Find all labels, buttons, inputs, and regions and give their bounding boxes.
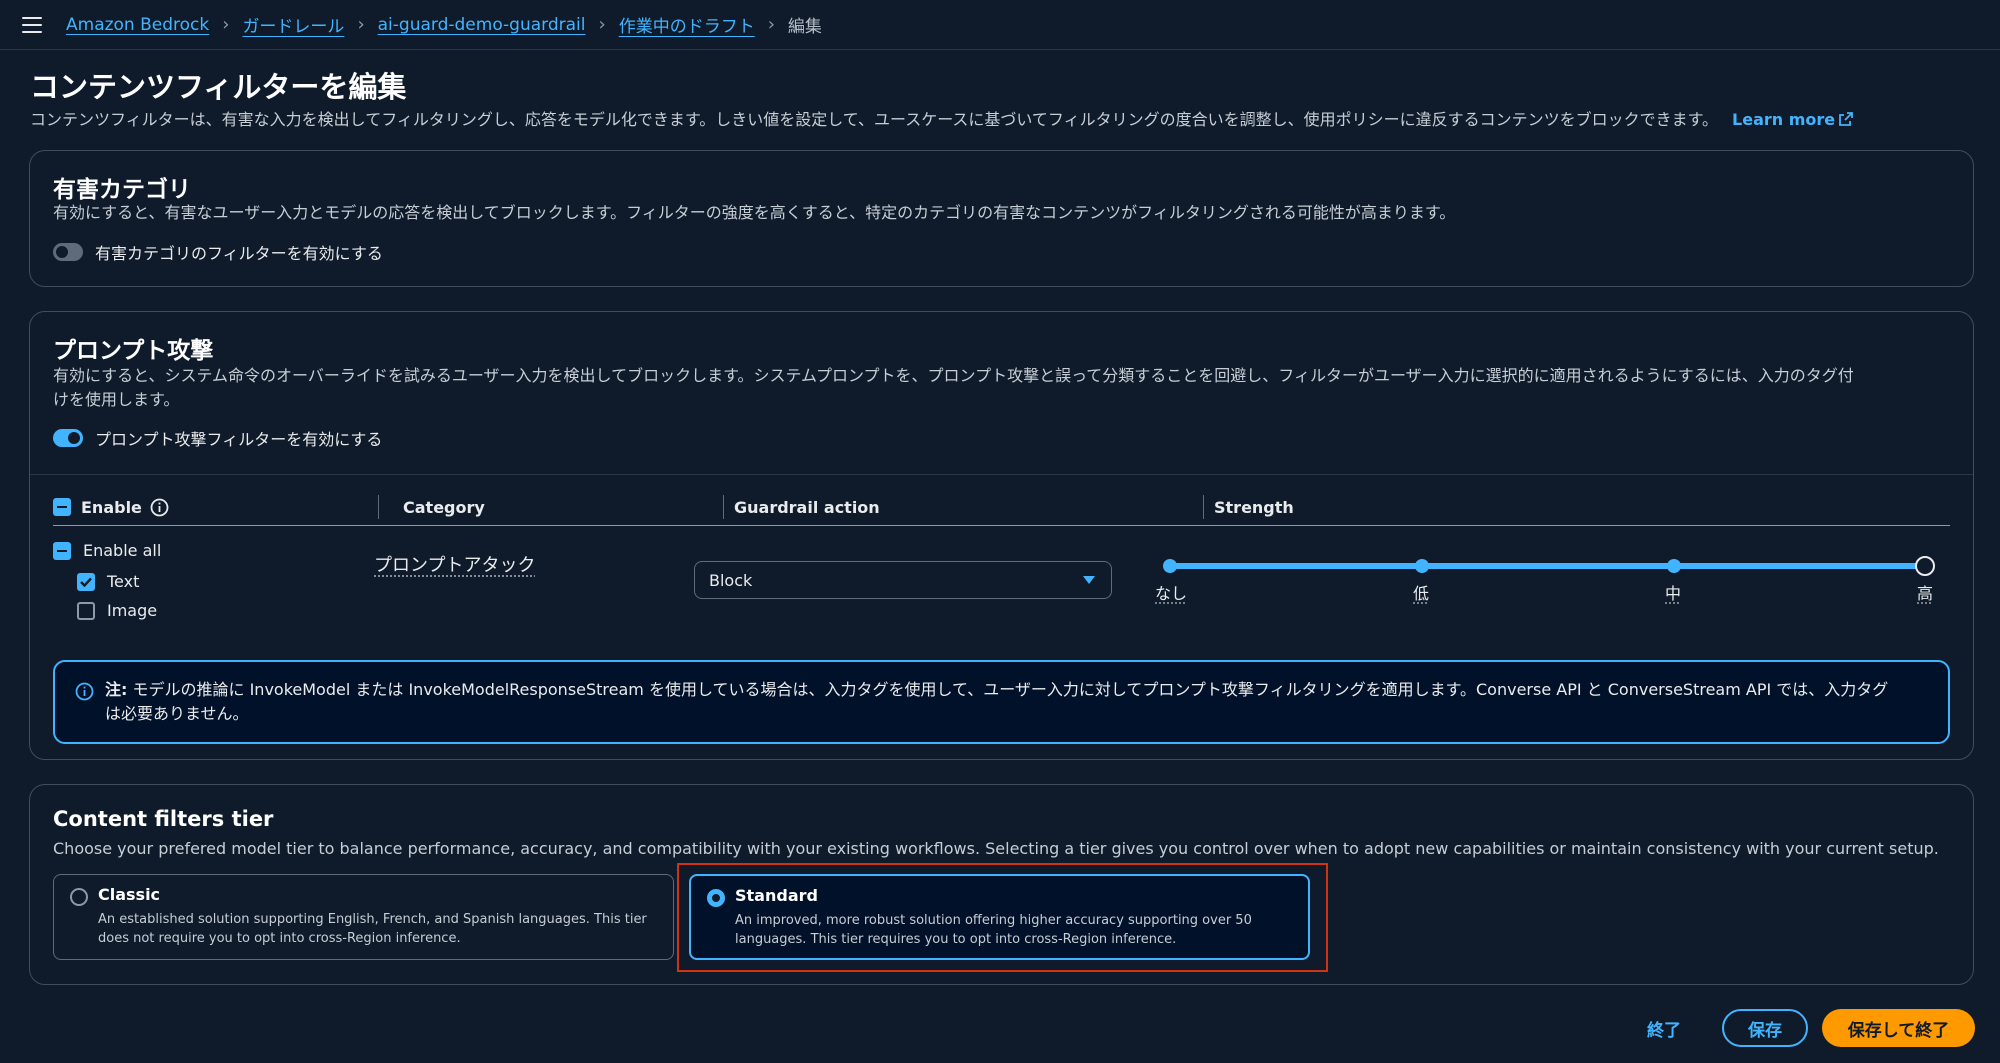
prompt-attack-description-line2: けを使用します。 <box>53 390 180 409</box>
prompt-attack-toggle-row: プロンプト攻撃フィルターを有効にする <box>53 426 382 450</box>
page-description-text: コンテンツフィルターは、有害な入力を検出してフィルタリングし、応答をモデル化でき… <box>30 110 1719 129</box>
tier-option-description: An established solution supporting Engli… <box>98 910 659 948</box>
harmful-categories-description: 有効にすると、有害なユーザー入力とモデルの応答を検出してブロックします。フィルタ… <box>53 203 1456 222</box>
page-description: コンテンツフィルターは、有害な入力を検出してフィルタリングし、応答をモデル化でき… <box>30 106 1854 130</box>
classic-radio[interactable] <box>70 888 88 906</box>
prompt-attack-description: 有効にすると、システム命令のオーバーライドを試みるユーザー入力を検出してブロック… <box>53 364 1953 412</box>
enable-all-row: Enable all <box>53 541 161 560</box>
image-option-label: Image <box>107 601 158 620</box>
column-header-strength: Strength <box>1214 497 1294 517</box>
tier-option-description-line2: does not require you to opt into cross-R… <box>98 931 461 946</box>
category-name: プロンプトアタック <box>374 555 536 576</box>
slider-tick-none <box>1163 559 1177 573</box>
filter-table-header: Enable Category Guardrail action Strengt… <box>53 489 1950 526</box>
section-divider <box>30 474 1973 475</box>
prompt-attack-description-line1: 有効にすると、システム命令のオーバーライドを試みるユーザー入力を検出してブロック… <box>53 366 1854 385</box>
highlight-annotation <box>677 863 1328 972</box>
breadcrumb-guardrails[interactable]: ガードレール <box>242 12 344 37</box>
chevron-right-icon: › <box>598 14 606 35</box>
chevron-right-icon: › <box>357 14 365 35</box>
input-tags-note: 注: モデルの推論に InvokeModel または InvokeModelRe… <box>53 660 1950 744</box>
prompt-attack-toggle[interactable] <box>53 429 83 447</box>
enable-all-label: Enable all <box>83 541 162 560</box>
menu-icon[interactable] <box>22 16 42 33</box>
info-icon <box>75 682 94 701</box>
breadcrumb: Amazon Bedrock › ガードレール › ai-guard-demo-… <box>66 12 822 37</box>
column-header-enable-label: Enable <box>81 497 142 517</box>
note-line2: は必要ありません。 <box>105 704 249 723</box>
tier-option-description-line1: An established solution supporting Engli… <box>98 912 647 927</box>
input-tags-note-text: 注: モデルの推論に InvokeModel または InvokeModelRe… <box>105 678 1935 726</box>
strength-label-low: 低 <box>1413 584 1430 603</box>
column-header-enable: Enable <box>53 489 169 525</box>
text-checkbox[interactable] <box>77 572 95 591</box>
learn-more-link[interactable]: Learn more <box>1732 110 1854 129</box>
note-line1: モデルの推論に InvokeModel または InvokeModelRespo… <box>132 680 1889 699</box>
cancel-button[interactable]: 終了 <box>1647 1016 1681 1041</box>
guardrail-action-select[interactable]: Block <box>694 561 1112 599</box>
harmful-categories-title: 有害カテゴリ <box>53 177 191 203</box>
text-option-row: Text <box>77 572 139 591</box>
breadcrumb-amazon-bedrock[interactable]: Amazon Bedrock <box>66 15 209 35</box>
slider-handle[interactable] <box>1915 556 1935 576</box>
column-header-guardrail-action: Guardrail action <box>734 497 880 517</box>
save-button[interactable]: 保存 <box>1722 1009 1808 1047</box>
content-filters-tier-description: Choose your prefered model tier to balan… <box>53 839 1939 858</box>
info-icon[interactable] <box>150 498 169 517</box>
harmful-categories-card: 有害カテゴリ 有効にすると、有害なユーザー入力とモデルの応答を検出してブロックし… <box>29 150 1974 287</box>
content-filters-tier-title: Content filters tier <box>53 807 274 831</box>
slider-tick-medium <box>1667 559 1681 573</box>
breadcrumb-current: 編集 <box>787 17 822 37</box>
external-link-icon <box>1839 112 1854 126</box>
strength-label-high: 高 <box>1917 584 1934 603</box>
text-option-label: Text <box>107 572 140 591</box>
tier-option-classic[interactable]: Classic An established solution supporti… <box>53 874 674 960</box>
caret-down-icon <box>1083 576 1095 584</box>
chevron-right-icon: › <box>767 14 775 35</box>
header-enable-checkbox[interactable] <box>53 498 71 516</box>
check-icon <box>80 577 92 587</box>
harmful-categories-toggle-label: 有害カテゴリのフィルターを有効にする <box>95 244 383 263</box>
image-option-row: Image <box>77 601 157 620</box>
enable-all-checkbox[interactable] <box>53 541 71 560</box>
slider-tick-low <box>1415 559 1429 573</box>
strength-label-medium: 中 <box>1665 584 1682 603</box>
harmful-categories-toggle[interactable] <box>53 243 83 261</box>
learn-more-label[interactable]: Learn more <box>1732 110 1835 129</box>
image-checkbox[interactable] <box>77 601 95 620</box>
prompt-attack-title: プロンプト攻撃 <box>53 338 214 364</box>
column-divider <box>1203 495 1204 519</box>
save-and-exit-button[interactable]: 保存して終了 <box>1822 1009 1975 1047</box>
column-divider <box>723 495 724 519</box>
page-title: コンテンツフィルターを編集 <box>30 70 407 104</box>
chevron-right-icon: › <box>222 14 230 35</box>
breadcrumb-working-draft[interactable]: 作業中のドラフト <box>619 12 755 37</box>
strength-slider[interactable]: なし 低 中 高 <box>1155 546 1943 606</box>
column-header-category: Category <box>403 497 485 517</box>
column-divider <box>378 495 379 519</box>
note-label: 注: <box>105 680 128 699</box>
prompt-attack-toggle-label: プロンプト攻撃フィルターを有効にする <box>95 430 383 449</box>
prompt-attack-card: プロンプト攻撃 有効にすると、システム命令のオーバーライドを試みるユーザー入力を… <box>29 311 1974 760</box>
slider-track <box>1167 563 1922 569</box>
tier-option-title: Classic <box>98 885 161 904</box>
strength-label-none: なし <box>1155 584 1188 603</box>
breadcrumb-guardrail-name[interactable]: ai-guard-demo-guardrail <box>378 15 586 35</box>
harmful-categories-toggle-row: 有害カテゴリのフィルターを有効にする <box>53 240 383 264</box>
top-navigation-bar: Amazon Bedrock › ガードレール › ai-guard-demo-… <box>0 0 2000 50</box>
guardrail-action-value: Block <box>709 570 753 590</box>
